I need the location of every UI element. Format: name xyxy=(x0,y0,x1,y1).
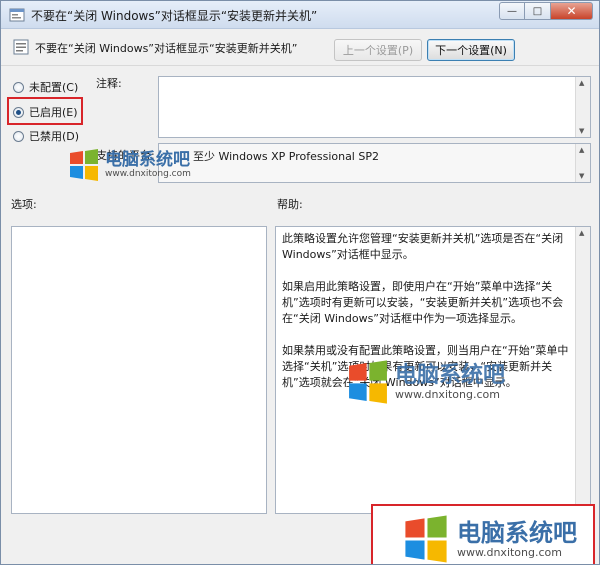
scroll-down-icon[interactable]: ▼ xyxy=(579,172,584,180)
help-paragraph: 此策略设置允许您管理“安装更新并关机”选项是否在“关闭 Windows”对话框中… xyxy=(282,232,564,261)
close-button[interactable]: ✕ xyxy=(551,2,593,20)
comment-label: 注释: xyxy=(96,77,122,90)
platform-scrollbar[interactable]: ▲ ▼ xyxy=(575,144,590,182)
window-controls: — □ ✕ xyxy=(499,2,593,20)
radio-disabled[interactable]: 已禁用(D) xyxy=(13,128,79,144)
window-title: 不要在“关闭 Windows”对话框显示“安装更新并关机” xyxy=(31,9,318,23)
maximize-icon: □ xyxy=(532,5,543,17)
watermark-url: www.dnxitong.com xyxy=(457,545,562,559)
watermark-bottom: 电脑系统吧 www.dnxitong.com xyxy=(401,514,577,564)
next-setting-button[interactable]: 下一个设置(N) xyxy=(427,39,515,61)
bottom-watermark-frame: 电脑系统吧 www.dnxitong.com xyxy=(371,504,595,564)
comment-scrollbar[interactable]: ▲ ▼ xyxy=(575,77,590,137)
policy-dialog-window: 不要在“关闭 Windows”对话框显示“安装更新并关机” — □ ✕ 不要在“… xyxy=(0,0,600,565)
previous-setting-button[interactable]: 上一个设置(P) xyxy=(334,39,422,61)
radio-button-icon xyxy=(13,130,24,142)
platform-value: 至少 Windows XP Professional SP2 xyxy=(193,150,379,163)
windows-logo-icon xyxy=(405,515,447,563)
windows-logo-icon xyxy=(70,149,98,181)
platform-field: 至少 Windows XP Professional SP2 ▲ ▼ xyxy=(158,143,591,183)
options-panel xyxy=(11,226,267,514)
scroll-down-icon[interactable]: ▼ xyxy=(579,127,584,135)
watermark-brand: 电脑系统吧 xyxy=(457,518,577,547)
watermark-top: 电脑系统吧 www.dnxitong.com xyxy=(67,148,191,182)
maximize-button[interactable]: □ xyxy=(525,2,551,20)
radio-label: 未配置(C) xyxy=(29,81,79,94)
title-bar[interactable]: 不要在“关闭 Windows”对话框显示“安装更新并关机” — □ ✕ xyxy=(1,1,599,29)
windows-logo-icon xyxy=(349,360,387,404)
options-label: 选项: xyxy=(11,198,37,211)
watermark-middle: 电脑系统吧 www.dnxitong.com xyxy=(345,359,505,405)
minimize-icon: — xyxy=(507,5,517,17)
radio-not-configured[interactable]: 未配置(C) xyxy=(13,79,78,95)
enabled-highlight-frame xyxy=(7,97,83,125)
scroll-up-icon[interactable]: ▲ xyxy=(579,79,584,87)
setting-title: 不要在“关闭 Windows”对话框显示“安装更新并关机” xyxy=(35,42,298,55)
watermark-url: www.dnxitong.com xyxy=(105,169,191,179)
radio-label: 已禁用(D) xyxy=(29,130,80,143)
watermark-brand: 电脑系统吧 xyxy=(105,150,190,170)
watermark-brand: 电脑系统吧 xyxy=(395,362,506,388)
scroll-up-icon[interactable]: ▲ xyxy=(579,146,584,154)
help-paragraph: 如果启用此策略设置，即使用户在“开始”菜单中选择“关机”选项时有更新可以安装，“… xyxy=(282,280,564,325)
policy-setting-icon xyxy=(13,39,29,55)
policy-window-icon xyxy=(9,8,25,22)
minimize-button[interactable]: — xyxy=(499,2,525,20)
help-label: 帮助: xyxy=(277,198,303,211)
help-scrollbar[interactable]: ▲ ▼ xyxy=(575,227,590,513)
watermark-url: www.dnxitong.com xyxy=(395,387,500,401)
scroll-up-icon[interactable]: ▲ xyxy=(579,229,584,237)
header-divider xyxy=(1,65,599,66)
close-icon: ✕ xyxy=(566,4,577,18)
radio-button-icon xyxy=(13,81,24,93)
comment-textarea[interactable]: ▲ ▼ xyxy=(158,76,591,138)
